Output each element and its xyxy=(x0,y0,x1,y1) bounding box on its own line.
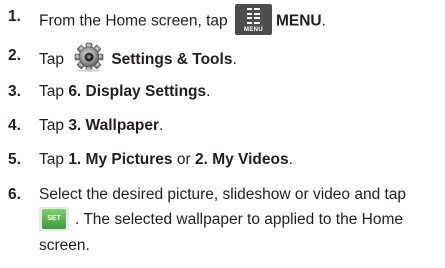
step-text-plain: Tap xyxy=(39,117,69,134)
menu-icon: MENU xyxy=(234,4,272,35)
step-number: 1. xyxy=(8,8,21,25)
menu-bars-icon xyxy=(246,8,260,24)
step-text-tail: . xyxy=(232,51,237,69)
step-text-plain: From the Home screen, tap xyxy=(39,12,232,30)
menu-icon-caption: MENU xyxy=(244,27,263,33)
set-button-icon: SET xyxy=(39,207,69,231)
step-text-plain: Tap xyxy=(39,83,69,100)
settings-tools-label: Settings & Tools xyxy=(111,51,233,69)
my-videos-label: 2. My Videos xyxy=(194,151,289,168)
set-button-label: SET xyxy=(42,209,66,229)
step-text: Tap Settings & Tools. xyxy=(39,42,237,75)
step-text-plain: Tap xyxy=(39,51,69,69)
step-text-tail: . xyxy=(206,83,211,100)
step-text-tail: . xyxy=(288,151,293,168)
step-number: 4. xyxy=(8,117,21,134)
step-text-mid: or xyxy=(172,151,195,168)
step-text: Tap 3. Wallpaper. xyxy=(39,115,163,137)
step-number: 6. xyxy=(8,186,21,203)
step-number: 2. xyxy=(8,47,21,64)
step-text-plain: Tap xyxy=(39,151,69,168)
my-pictures-label: 1. My Pictures xyxy=(68,151,173,168)
step-text-line-3: screen. xyxy=(39,237,90,254)
step-text-plain: . The selected wallpaper to applied to t… xyxy=(75,211,403,229)
step-text-tail: . xyxy=(159,117,164,134)
wallpaper-label: 3. Wallpaper xyxy=(68,117,160,134)
display-settings-label: 6. Display Settings xyxy=(68,83,207,100)
step-text: Tap 6. Display Settings. xyxy=(39,81,210,103)
step-number: 5. xyxy=(8,151,21,168)
step-text: Tap 1. My Pictures or 2. My Videos. xyxy=(39,149,293,171)
instruction-list: 1. From the Home screen, tap MENU MENU. 2… xyxy=(0,0,445,268)
step-text-line-2: SET . The selected wallpaper to applied t… xyxy=(39,207,403,232)
step-number: 3. xyxy=(8,83,21,100)
step-text-line-1: Select the desired picture, slideshow or… xyxy=(39,186,407,203)
menu-label: MENU xyxy=(275,12,322,30)
step-text-tail: . xyxy=(321,12,326,30)
step-text: From the Home screen, tap MENU MENU. xyxy=(39,4,326,37)
gear-icon xyxy=(72,42,106,72)
